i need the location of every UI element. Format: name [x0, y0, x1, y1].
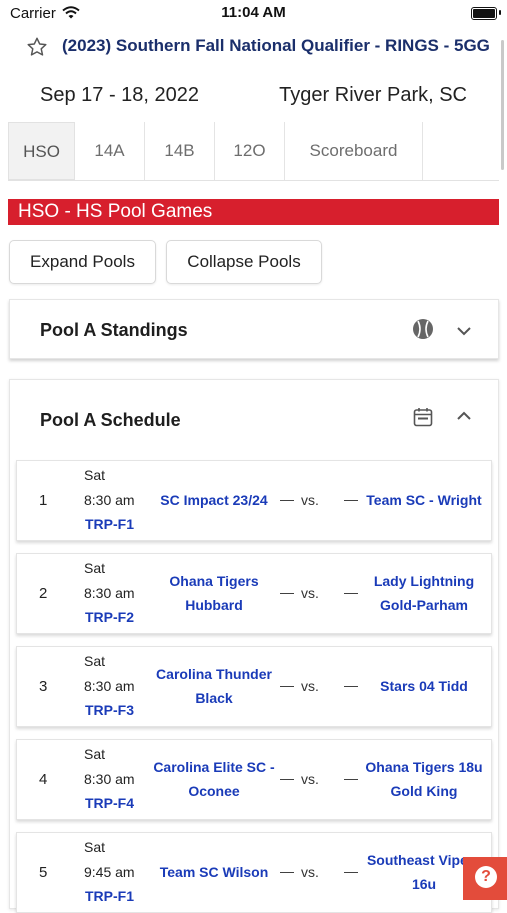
help-icon: ? — [475, 866, 497, 888]
versus-label: vs. — [301, 771, 319, 787]
calendar-icon — [413, 408, 433, 427]
versus-label: vs. — [301, 678, 319, 694]
chevron-down-icon[interactable] — [456, 326, 472, 336]
away-team[interactable]: Lady Lightning Gold-Parham — [361, 569, 487, 617]
dash-left: — — [280, 584, 294, 600]
game-field[interactable]: TRP-F1 — [85, 888, 134, 904]
star-icon[interactable] — [26, 36, 48, 58]
game-field[interactable]: TRP-F1 — [85, 516, 134, 532]
dash-right: — — [344, 584, 358, 600]
softball-icon — [413, 319, 433, 339]
game-row[interactable]: 3 Sat 8:30 am TRP-F3 Carolina Thunder Bl… — [16, 646, 492, 727]
versus-label: vs. — [301, 585, 319, 601]
home-team[interactable]: Ohana Tigers Hubbard — [152, 569, 276, 617]
scrollbar[interactable] — [501, 40, 504, 170]
tab-12o[interactable]: 12O — [215, 122, 285, 180]
game-field[interactable]: TRP-F4 — [85, 795, 134, 811]
tab-14a[interactable]: 14A — [75, 122, 145, 180]
dash-left: — — [280, 491, 294, 507]
clock: 11:04 AM — [221, 4, 286, 21]
pool-a-standings-panel[interactable]: Pool A Standings — [9, 299, 499, 359]
status-bar: Carrier 11:04 AM — [0, 0, 507, 28]
game-day: Sat — [84, 560, 106, 576]
game-time: 8:30 am — [84, 492, 135, 508]
tab-scoreboard[interactable]: Scoreboard — [285, 122, 423, 180]
game-row[interactable]: 2 Sat 8:30 am TRP-F2 Ohana Tigers Hubbar… — [16, 553, 492, 634]
game-time: 8:30 am — [84, 678, 135, 694]
home-team[interactable]: SC Impact 23/24 — [152, 488, 276, 512]
game-day: Sat — [84, 746, 106, 762]
game-field[interactable]: TRP-F3 — [85, 702, 134, 718]
division-tabs: HSO 14A 14B 12O Scoreboard — [8, 122, 499, 181]
dash-right: — — [344, 677, 358, 693]
chevron-up-icon[interactable] — [456, 411, 472, 421]
away-team[interactable]: Stars 04 Tidd — [361, 674, 487, 698]
standings-title: Pool A Standings — [40, 320, 188, 340]
collapse-pools-button[interactable]: Collapse Pools — [166, 240, 322, 284]
event-title: (2023) Southern Fall National Qualifier … — [62, 36, 490, 55]
home-team[interactable]: Carolina Elite SC - Oconee — [152, 755, 276, 803]
game-time: 8:30 am — [84, 585, 135, 601]
game-day: Sat — [84, 653, 106, 669]
home-team[interactable]: Carolina Thunder Black — [152, 662, 276, 710]
dash-left: — — [280, 770, 294, 786]
event-header: (2023) Southern Fall National Qualifier … — [0, 30, 507, 66]
game-number: 1 — [39, 492, 48, 509]
event-location: Tyger River Park, SC — [279, 84, 467, 106]
tab-14b[interactable]: 14B — [145, 122, 215, 180]
division-banner: HSO - HS Pool Games — [8, 199, 499, 225]
versus-label: vs. — [301, 864, 319, 880]
away-team[interactable]: Team SC - Wright — [361, 488, 487, 512]
event-dates: Sep 17 - 18, 2022 — [40, 84, 200, 106]
versus-label: vs. — [301, 492, 319, 508]
game-number: 2 — [39, 585, 48, 602]
game-time: 8:30 am — [84, 771, 135, 787]
tab-hso[interactable]: HSO — [8, 122, 75, 180]
schedule-title: Pool A Schedule — [40, 410, 181, 430]
help-button[interactable]: ? — [463, 857, 507, 900]
home-team[interactable]: Team SC Wilson — [152, 860, 276, 884]
game-row[interactable]: 4 Sat 8:30 am TRP-F4 Carolina Elite SC -… — [16, 739, 492, 820]
battery-tip — [499, 10, 501, 15]
game-number: 4 — [39, 771, 48, 788]
game-day: Sat — [84, 839, 106, 855]
game-number: 3 — [39, 678, 48, 695]
away-team[interactable]: Ohana Tigers 18u Gold King — [361, 755, 487, 803]
dash-right: — — [344, 491, 358, 507]
game-field[interactable]: TRP-F2 — [85, 609, 134, 625]
dash-right: — — [344, 770, 358, 786]
game-row[interactable]: 5 Sat 9:45 am TRP-F1 Team SC Wilson — vs… — [16, 832, 492, 913]
game-time: 9:45 am — [84, 864, 135, 880]
dash-left: — — [280, 863, 294, 879]
dash-left: — — [280, 677, 294, 693]
expand-pools-button[interactable]: Expand Pools — [9, 240, 156, 284]
battery-icon — [471, 7, 497, 20]
game-number: 5 — [39, 864, 48, 881]
game-row[interactable]: 1 Sat 8:30 am TRP-F1 SC Impact 23/24 — v… — [16, 460, 492, 541]
game-day: Sat — [84, 467, 106, 483]
dash-right: — — [344, 863, 358, 879]
pool-a-schedule-panel: Pool A Schedule — [9, 379, 499, 909]
